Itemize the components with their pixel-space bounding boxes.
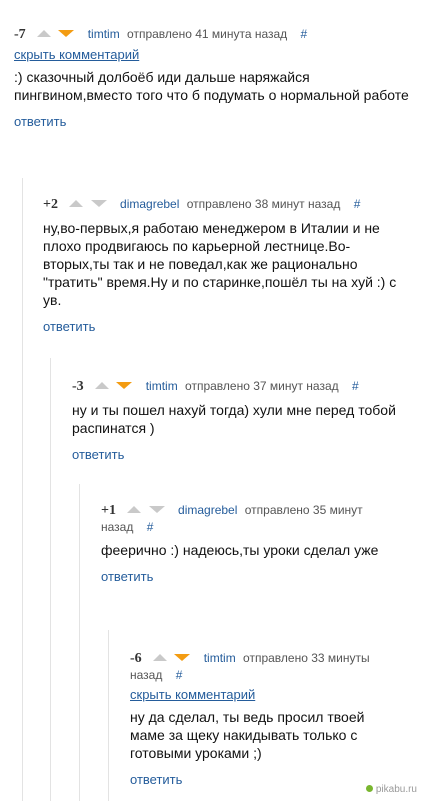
hide-comment-link[interactable]: скрыть комментарий	[14, 47, 409, 62]
comment-permalink[interactable]: #	[354, 197, 361, 211]
comment-score: +1	[101, 503, 116, 518]
watermark-text: pikabu.ru	[375, 784, 417, 795]
thread-line	[50, 358, 51, 801]
downvote-icon[interactable]	[174, 654, 191, 661]
comment-time: отправлено 41 минута назад	[127, 27, 288, 41]
comment-score: -7	[14, 27, 26, 42]
comment: -6 timtim отправлено 33 минуты назад # с…	[130, 650, 375, 787]
upvote-icon[interactable]	[127, 506, 142, 513]
comment-text: ну и ты пошел нахуй тогда) хули мне пере…	[72, 402, 396, 436]
upvote-icon[interactable]	[95, 382, 110, 389]
pikabu-logo-icon	[365, 785, 373, 792]
comment: +2 dimagrebel отправлено 38 минут назад …	[43, 196, 409, 334]
watermark: pikabu.ru	[365, 784, 417, 795]
comment-permalink[interactable]: #	[352, 379, 359, 393]
reply-link[interactable]: ответить	[130, 772, 375, 787]
downvote-icon[interactable]	[58, 30, 75, 37]
comment-meta: -3 timtim отправлено 37 минут назад #	[72, 378, 409, 395]
reply-link[interactable]: ответить	[101, 569, 386, 584]
downvote-icon[interactable]	[116, 382, 133, 389]
reply-link[interactable]: ответить	[43, 319, 409, 334]
upvote-icon[interactable]	[153, 654, 168, 661]
comment-text: ну да сделал, ты ведь просил твоей маме …	[130, 709, 365, 761]
comment-meta: -7 timtim отправлено 41 минута назад #	[14, 26, 409, 43]
comment-permalink[interactable]: #	[301, 27, 308, 41]
comment-score: +2	[43, 197, 58, 212]
comment: -3 timtim отправлено 37 минут назад # ну…	[72, 378, 409, 462]
comment-meta: +1 dimagrebel отправлено 35 минут назад …	[101, 502, 386, 535]
reply-link[interactable]: ответить	[72, 447, 409, 462]
comment-permalink[interactable]: #	[147, 520, 154, 534]
thread-line	[108, 630, 109, 801]
thread-line	[22, 178, 23, 801]
downvote-icon[interactable]	[90, 200, 107, 207]
comment-author[interactable]: timtim	[204, 651, 236, 665]
comment-author[interactable]: dimagrebel	[178, 503, 237, 517]
comment-score: -3	[72, 379, 84, 394]
comment-meta: +2 dimagrebel отправлено 38 минут назад …	[43, 196, 409, 213]
comment-permalink[interactable]: #	[176, 668, 183, 682]
upvote-icon[interactable]	[37, 30, 52, 37]
comment: +1 dimagrebel отправлено 35 минут назад …	[101, 502, 386, 584]
upvote-icon[interactable]	[69, 200, 84, 207]
hide-comment-link[interactable]: скрыть комментарий	[130, 687, 375, 702]
comment-meta: -6 timtim отправлено 33 минуты назад #	[130, 650, 375, 683]
comment-author[interactable]: dimagrebel	[120, 197, 179, 211]
downvote-icon[interactable]	[148, 506, 165, 513]
comment-text: :) сказочный долбоёб иди дальше наряжайс…	[14, 69, 409, 103]
comment: -7 timtim отправлено 41 минута назад # с…	[14, 26, 409, 129]
comment-author[interactable]: timtim	[146, 379, 178, 393]
comment-score: -6	[130, 651, 142, 666]
comment-time: отправлено 37 минут назад	[185, 379, 339, 393]
comment-text: ну,во-первых,я работаю менеджером в Итал…	[43, 220, 397, 308]
reply-link[interactable]: ответить	[14, 114, 409, 129]
comment-text: феерично :) надеюсь,ты уроки сделал уже	[101, 542, 379, 558]
comment-author[interactable]: timtim	[88, 27, 120, 41]
thread-line	[79, 484, 80, 801]
comment-time: отправлено 38 минут назад	[186, 197, 341, 211]
